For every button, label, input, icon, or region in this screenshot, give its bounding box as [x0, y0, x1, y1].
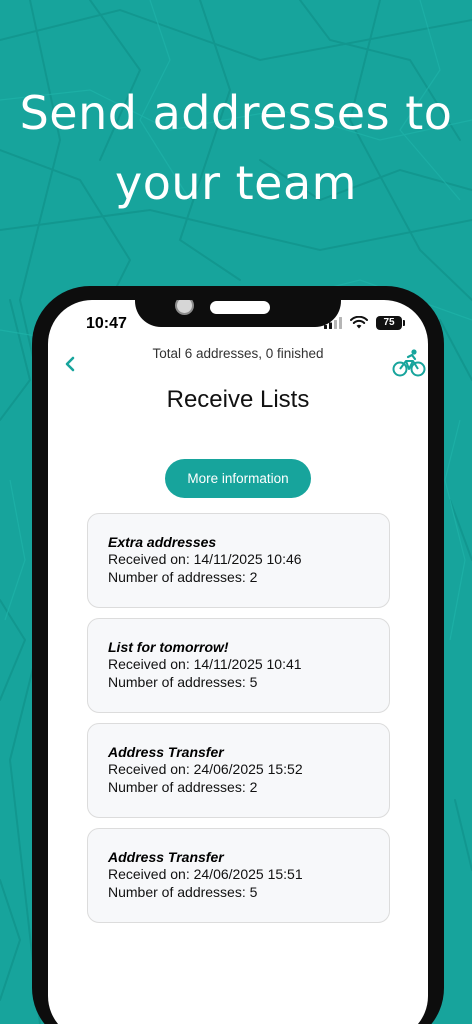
list-title: List for tomorrow! — [108, 639, 229, 655]
battery-icon: 75 — [376, 316, 402, 330]
list-title: Address Transfer — [108, 744, 224, 760]
list-received-date: Received on: 14/11/2025 10:46 — [108, 551, 302, 567]
list-received-date: Received on: 24/06/2025 15:51 — [108, 866, 303, 882]
bicycle-icon[interactable] — [392, 348, 426, 378]
list-address-count: Number of addresses: 2 — [108, 778, 258, 795]
wifi-icon — [350, 316, 368, 329]
cellular-signal-icon — [324, 317, 342, 329]
phone-frame: 10:47 75 Total 6 addresses, 0 finished R… — [32, 286, 444, 1024]
address-summary: Total 6 addresses, 0 finished — [152, 346, 324, 361]
list-address-count: Number of addresses: 5 — [108, 883, 258, 900]
page-title: Receive Lists — [166, 386, 310, 413]
status-time: 10:47 — [86, 315, 127, 332]
headline-line-2: your team — [115, 156, 357, 210]
received-lists: Extra addresses Received on: 14/11/2025 … — [87, 513, 390, 933]
more-information-button[interactable]: More information — [165, 459, 311, 498]
status-icons: 75 — [324, 316, 405, 330]
list-address-count: Number of addresses: 2 — [108, 568, 258, 585]
speaker-grille — [210, 301, 270, 314]
list-card[interactable]: List for tomorrow! Received on: 14/11/20… — [87, 618, 390, 713]
list-card[interactable]: Address Transfer Received on: 24/06/2025… — [87, 828, 390, 923]
list-received-date: Received on: 24/06/2025 15:52 — [108, 761, 303, 777]
camera-icon — [175, 300, 194, 315]
phone-notch — [135, 300, 341, 327]
list-received-date: Received on: 14/11/2025 10:41 — [108, 656, 302, 672]
list-title: Extra addresses — [108, 534, 217, 550]
headline-line-1: Send addresses to — [19, 86, 453, 140]
battery-tip — [403, 320, 405, 326]
list-title: Address Transfer — [108, 849, 224, 865]
list-card[interactable]: Extra addresses Received on: 14/11/2025 … — [87, 513, 390, 608]
list-address-count: Number of addresses: 5 — [108, 673, 258, 690]
phone-screen: 10:47 75 Total 6 addresses, 0 finished R… — [48, 300, 428, 1024]
marketing-headline: Send addresses to your team — [0, 78, 472, 218]
list-card[interactable]: Address Transfer Received on: 24/06/2025… — [87, 723, 390, 818]
